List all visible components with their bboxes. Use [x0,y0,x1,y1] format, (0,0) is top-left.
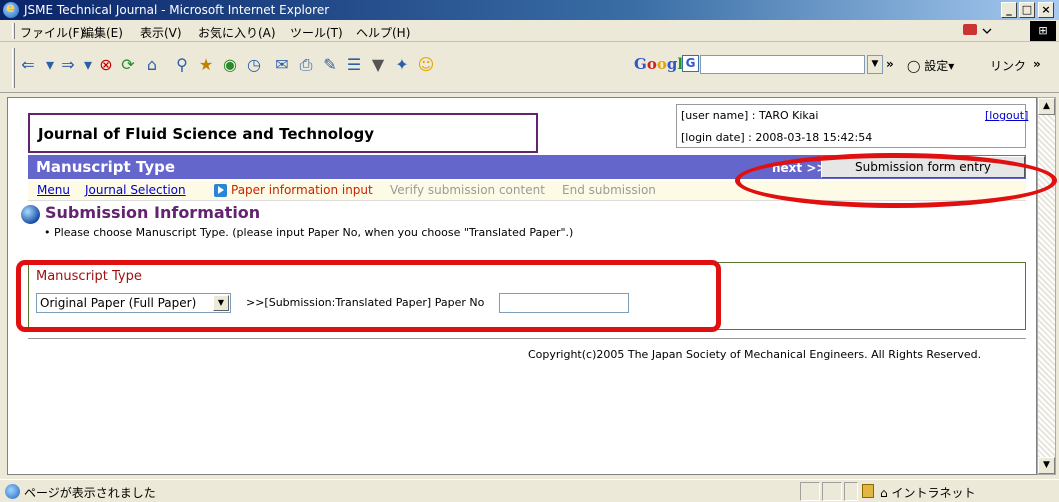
user-name: [user name] : TARO Kikai [681,109,819,122]
lock-icon [862,484,874,498]
forward-dropdown-icon[interactable]: ▾ [78,55,98,75]
research-icon[interactable]: ✦ [392,55,412,75]
annotation-rectangle [16,260,721,332]
menu-grip [12,23,15,39]
settings-label: 設定 [924,59,949,73]
browser-toolbar: ⇐ ▾ ⇒ ▾ ⊗ ⟳ ⌂ ⚲ ★ ◉ ◷ ✉ ⎙ ✎ ☰ ▼ ✦ ☺ Goog… [0,43,1059,93]
menu-edit[interactable]: 編集(E) [82,24,123,41]
messenger-icon[interactable]: ☺ [416,55,436,75]
links-more-icon[interactable]: » [1033,57,1041,71]
status-cell-1 [800,482,820,501]
menu-tools[interactable]: ツール(T) [290,24,343,41]
maximize-button[interactable]: □ [1019,2,1035,18]
mail-icon[interactable]: ✉ [272,55,292,75]
annotation-ellipse [735,153,1057,208]
back-icon[interactable]: ⇐ [18,55,38,75]
menu-help[interactable]: ヘルプ(H) [356,24,410,41]
copyright-text: Copyright(c)2005 The Japan Society of Me… [528,348,982,361]
ie-logo-icon [3,1,19,18]
section-title: Submission Information [45,203,261,222]
edit-icon[interactable]: ✎ [320,55,340,75]
close-button[interactable]: × [1038,2,1054,18]
user-info-box: [user name] : TARO Kikai [logout] [login… [676,104,1028,148]
step-paper-info: Paper information input [231,183,373,197]
google-dropdown-icon[interactable]: ▼ [867,55,883,74]
globe-icon [21,205,40,224]
vertical-scrollbar[interactable]: ▲ ▼ [1037,97,1056,475]
page-loaded-icon [5,484,20,499]
step-journal-selection-link[interactable]: Journal Selection [85,183,186,197]
menu-file[interactable]: ファイル(F) [20,24,84,41]
status-cell-2 [822,482,842,501]
toolbar-grip [12,48,15,88]
manuscript-type-heading: Manuscript Type [36,158,176,176]
step-verify: Verify submission content [390,183,545,197]
favorites-icon[interactable]: ★ [196,55,216,75]
menu-bar: ファイル(F) 編集(E) 表示(V) お気に入り(A) ツール(T) ヘルプ(… [0,20,1059,42]
language-bar-icon[interactable] [957,22,1001,40]
discuss-icon[interactable]: ☰ [344,55,364,75]
window-title-bar: JSME Technical Journal - Microsoft Inter… [0,0,1059,20]
step-menu-link[interactable]: Menu [37,183,70,197]
search-icon[interactable]: ⚲ [172,55,192,75]
google-search-input[interactable] [700,55,865,74]
forward-icon[interactable]: ⇒ [58,55,78,75]
history-icon[interactable]: ◷ [244,55,264,75]
links-label[interactable]: リンク [990,57,1026,74]
section-note-text: Please choose Manuscript Type. (please i… [54,226,574,239]
footer-divider [28,338,1026,339]
media-icon[interactable]: ◉ [220,55,240,75]
menu-view[interactable]: 表示(V) [140,24,182,41]
section-note: • Please choose Manuscript Type. (please… [44,226,574,239]
windows-logo-icon: ⊞ [1030,21,1056,41]
zone-label: ⌂ イントラネット [880,486,976,500]
filter-icon[interactable]: ▼ [368,55,388,75]
back-dropdown-icon[interactable]: ▾ [40,55,60,75]
refresh-icon[interactable]: ⟳ [118,55,138,75]
print-icon[interactable]: ⎙ [296,55,316,75]
journal-title: Journal of Fluid Science and Technology [38,125,375,143]
scroll-down-icon[interactable]: ▼ [1038,457,1055,474]
zone-text: イントラネット [891,486,976,500]
status-bar: ページが表示されました ⌂ イントラネット [0,479,1059,502]
logout-link[interactable]: [logout] [985,109,1028,122]
journal-title-box: Journal of Fluid Science and Technology [28,113,538,153]
step-end: End submission [562,183,656,197]
login-date: [login date] : 2008-03-18 15:42:54 [681,131,873,144]
scroll-up-icon[interactable]: ▲ [1038,98,1055,115]
menu-favorites[interactable]: お気に入り(A) [198,24,276,41]
current-step-arrow-icon [214,184,227,197]
status-text: ページが表示されました [24,486,156,500]
stop-icon[interactable]: ⊗ [96,55,116,75]
toolbar-more-icon[interactable]: » [886,57,894,71]
window-title: JSME Technical Journal - Microsoft Inter… [24,3,330,17]
google-search-icon[interactable]: G [682,55,699,72]
status-cell-3 [844,482,858,501]
settings-button[interactable]: ◯ 設定▾ [907,57,954,74]
minimize-button[interactable]: _ [1001,2,1017,18]
home-icon[interactable]: ⌂ [142,55,162,75]
